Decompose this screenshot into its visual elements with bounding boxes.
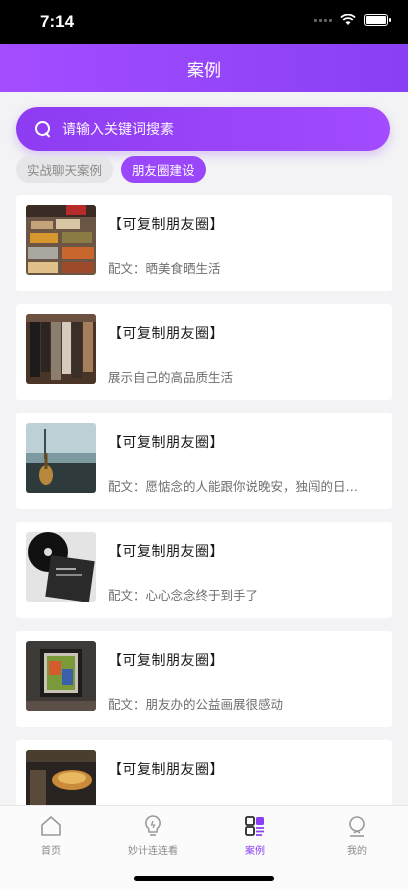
tabbar-label: 案例 (245, 846, 265, 857)
card-description: 展示自己的高品质生活 (108, 370, 234, 385)
guitar-rooftop-photo (26, 423, 96, 493)
list-item[interactable]: 【可复制朋友圈】 展示自己的高品质生活 (16, 304, 392, 400)
search-input[interactable]: 请输入关键词搜素 (16, 107, 390, 151)
battery-icon (364, 14, 391, 26)
card-title: 【可复制朋友圈】 (108, 217, 224, 233)
search-icon (34, 120, 52, 138)
category-tabs: 实战聊天案例 朋友圈建设 (16, 156, 206, 183)
card-description: 配文：朋友办的公益画展很感动 (108, 697, 284, 712)
lightbulb-icon (145, 815, 161, 836)
vinyl-record-photo (26, 532, 96, 602)
wifi-icon (340, 14, 356, 25)
list-item[interactable]: 【可复制朋友圈】 配文：心心念念终于到手了 (16, 522, 392, 618)
painting-exhibition-photo (26, 641, 96, 711)
card-description: 配文：晒美食晒生活 (108, 261, 221, 276)
profile-icon (349, 816, 365, 837)
status-time: 7:14 (40, 12, 75, 31)
tabbar-label: 首页 (41, 846, 61, 857)
tab-moments-building[interactable]: 朋友圈建设 (121, 156, 206, 183)
card-title: 【可复制朋友圈】 (108, 544, 224, 560)
card-title: 【可复制朋友圈】 (108, 653, 224, 669)
page-title: 案例 (187, 60, 221, 81)
tabbar-label: 妙计连连看 (128, 846, 178, 857)
list-item[interactable]: 【可复制朋友圈】 配文：朋友办的公益画展很感动 (16, 631, 392, 727)
home-icon (41, 816, 61, 836)
signal-icon (314, 18, 332, 22)
tabbar-item-cases[interactable]: 案例 (204, 814, 306, 857)
clothes-rack-photo (26, 314, 96, 384)
list-item[interactable]: 【可复制朋友圈】 配文：愿惦念的人能跟你说晚安，独闯的日… (16, 413, 392, 509)
cases-icon (245, 816, 264, 836)
status-bar: 7:14 (0, 0, 408, 44)
card-description: 配文：心心念念终于到手了 (108, 588, 259, 603)
list-item[interactable]: 【可复制朋友圈】 配文：晒美食晒生活 (16, 195, 392, 291)
tabbar-item-profile[interactable]: 我的 (306, 814, 408, 857)
card-title: 【可复制朋友圈】 (108, 326, 224, 342)
food-buffet-photo (26, 205, 96, 275)
tabbar-item-home[interactable]: 首页 (0, 814, 102, 857)
card-title: 【可复制朋友圈】 (108, 435, 224, 451)
search-placeholder: 请输入关键词搜素 (62, 122, 174, 138)
tabbar-item-tips[interactable]: 妙计连连看 (102, 814, 204, 857)
status-icons (314, 14, 391, 26)
home-indicator (134, 876, 274, 881)
card-description: 配文：愿惦念的人能跟你说晚安，独闯的日… (108, 479, 359, 494)
tab-chat-cases[interactable]: 实战聊天案例 (16, 156, 114, 183)
tabbar-label: 我的 (347, 846, 367, 857)
nav-bar: 案例 (0, 44, 408, 92)
card-title: 【可复制朋友圈】 (108, 762, 224, 778)
